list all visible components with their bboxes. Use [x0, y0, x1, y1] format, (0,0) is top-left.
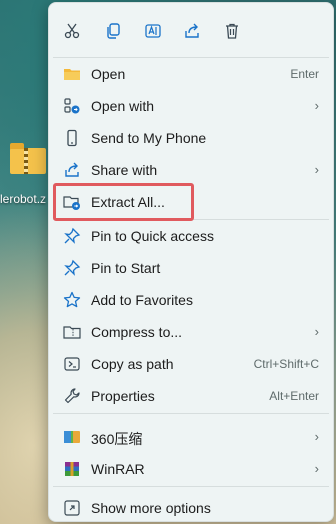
chevron-right-icon: ›: [314, 461, 319, 476]
menu-item-label: 360压缩: [91, 431, 143, 447]
menu-separator: [53, 486, 329, 487]
trash-icon: [226, 23, 238, 39]
menu-item-show-more-options[interactable]: Show more options: [53, 493, 329, 523]
menu-item-label: WinRAR: [91, 461, 145, 477]
chevron-right-icon: ›: [314, 429, 319, 444]
rename-icon: [145, 24, 161, 38]
menu-item-label: Copy as path: [91, 356, 174, 372]
more-options-icon: [63, 499, 81, 517]
delete-button[interactable]: [220, 19, 244, 43]
wrench-icon: [63, 387, 81, 405]
rename-button[interactable]: [141, 19, 165, 43]
share-icon: [63, 161, 81, 179]
menu-item-label: Show more options: [91, 500, 211, 516]
menu-item-label: Send to My Phone: [91, 130, 207, 146]
copy-button[interactable]: [101, 19, 125, 43]
context-menu-toolbar: [49, 3, 333, 55]
zip-file-desktop-icon[interactable]: [6, 142, 48, 186]
menu-item-copy-as-path[interactable]: Copy as path Ctrl+Shift+C: [53, 349, 329, 379]
scissors-icon: [64, 23, 80, 39]
menu-item-label: Open with: [91, 98, 155, 114]
archive-360-icon: [63, 428, 81, 446]
menu-item-pin-to-start[interactable]: Pin to Start: [53, 253, 329, 283]
extract-all-highlight-box: [53, 183, 194, 221]
open-with-icon: [63, 97, 81, 115]
menu-item-properties[interactable]: Properties Alt+Enter: [53, 381, 329, 411]
zip-stripe: [24, 148, 28, 174]
copy-icon: [107, 23, 120, 39]
menu-item-label: Share with: [91, 162, 158, 178]
menu-item-compress-to[interactable]: Compress to... ›: [53, 317, 329, 347]
context-menu: Open Enter Open with › Send to My Phone …: [48, 2, 334, 522]
menu-item-label: Properties: [91, 388, 155, 404]
star-icon: [63, 291, 81, 309]
menu-item-shortcut: Alt+Enter: [269, 389, 319, 403]
menu-item-label: Add to Favorites: [91, 292, 193, 308]
menu-separator: [53, 413, 329, 414]
menu-item-send-to-phone[interactable]: Send to My Phone: [53, 123, 329, 153]
chevron-right-icon: ›: [314, 324, 319, 339]
copy-path-icon: [63, 355, 81, 373]
menu-item-label: Pin to Quick access: [91, 228, 214, 244]
share-button[interactable]: [180, 19, 204, 43]
menu-item-pin-quick-access[interactable]: Pin to Quick access: [53, 221, 329, 251]
menu-item-360-archive[interactable]: 360压缩 ›: [53, 422, 329, 452]
menu-item-add-to-favorites[interactable]: Add to Favorites: [53, 285, 329, 315]
desktop-file-label: lerobot.z: [0, 192, 47, 206]
pin-icon: [63, 259, 81, 277]
winrar-icon: [63, 460, 81, 478]
menu-item-label: Open: [91, 66, 126, 82]
menu-item-shortcut: Ctrl+Shift+C: [253, 357, 319, 371]
folder-open-icon: [63, 65, 81, 83]
toolbar-separator: [53, 57, 329, 58]
menu-item-open[interactable]: Open Enter: [53, 59, 329, 89]
pin-icon: [63, 227, 81, 245]
zip-folder-icon: [63, 323, 81, 341]
share-icon: [185, 23, 199, 38]
phone-icon: [63, 129, 81, 147]
menu-item-winrar[interactable]: WinRAR ›: [53, 454, 329, 484]
chevron-right-icon: ›: [314, 162, 319, 177]
menu-item-share-with[interactable]: Share with ›: [53, 155, 329, 185]
zip-folder-icon: [10, 143, 46, 174]
cut-button[interactable]: [60, 19, 84, 43]
menu-item-shortcut: Enter: [290, 67, 319, 81]
menu-item-label: Compress to...: [91, 324, 183, 340]
menu-item-open-with[interactable]: Open with ›: [53, 91, 329, 121]
chevron-right-icon: ›: [314, 98, 319, 113]
menu-item-label: Pin to Start: [91, 260, 161, 276]
